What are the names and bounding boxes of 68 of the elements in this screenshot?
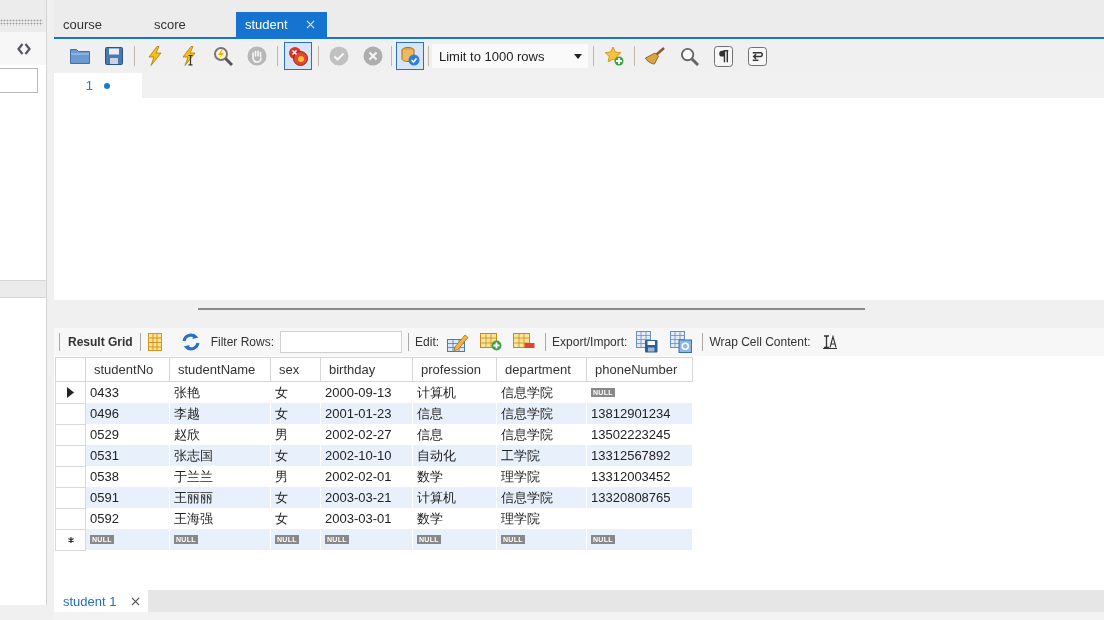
table-cell: 13312567892: [586, 445, 693, 466]
table-cell: 信息学院: [496, 487, 587, 508]
table-cell: 0591: [85, 487, 170, 508]
table-cell: 计算机: [412, 487, 497, 508]
column-header[interactable]: department: [496, 357, 587, 382]
column-header[interactable]: profession: [412, 357, 497, 382]
export-import-label: Export/Import:: [552, 335, 628, 349]
editor-tab[interactable]: course: [54, 12, 145, 37]
input-field[interactable]: [0, 68, 38, 93]
row-limit-dropdown[interactable]: Limit to 1000 rows: [432, 44, 588, 68]
table-cell: 女: [270, 445, 321, 466]
close-icon[interactable]: [130, 596, 140, 606]
asterisk-icon: [67, 536, 74, 543]
row-header-cell[interactable]: [55, 424, 86, 445]
row-header-cell[interactable]: [55, 466, 86, 487]
table-cell: 信息: [412, 403, 497, 424]
table-cell: 13812901234: [586, 403, 693, 424]
table-pencil-icon[interactable]: [447, 332, 470, 352]
result-grid-label: Result Grid: [68, 335, 133, 349]
result-tab[interactable]: student 1: [54, 590, 148, 612]
chevrons-icon[interactable]: [17, 42, 31, 55]
table-cell: 王丽丽: [169, 487, 271, 508]
row-header-cell[interactable]: [55, 445, 86, 466]
table-cell: 2001-01-23: [320, 403, 413, 424]
caret-icon[interactable]: [574, 53, 582, 59]
grip-handle: [0, 18, 43, 26]
lightning-icon[interactable]: [148, 46, 162, 66]
edit-label: Edit:: [415, 335, 440, 349]
column-header[interactable]: phoneNumber: [586, 357, 693, 382]
wrap-content-label: Wrap Cell Content:: [709, 335, 811, 349]
refresh-icon[interactable]: [180, 333, 201, 351]
text-wrap-icon[interactable]: [822, 335, 837, 349]
table-cell: 自动化: [412, 445, 497, 466]
row-pointer-icon: [67, 386, 74, 398]
filter-field[interactable]: [280, 331, 403, 353]
columns-icon[interactable]: [147, 333, 162, 351]
column-header[interactable]: studentNo: [85, 357, 170, 382]
editor-tab[interactable]: score: [145, 12, 236, 37]
table-plus-icon[interactable]: [480, 333, 503, 351]
table-minus-icon[interactable]: [513, 333, 536, 351]
table-cell: 2003-03-21: [320, 487, 413, 508]
table-cell: 李越: [169, 403, 271, 424]
filter-label: Filter Rows:: [210, 335, 275, 349]
broom-icon[interactable]: [645, 47, 665, 65]
row-header-cell[interactable]: [55, 508, 86, 529]
column-header[interactable]: sex: [270, 357, 321, 382]
table-cell: 0531: [85, 445, 170, 466]
table-cell: 信息学院: [496, 403, 587, 424]
table-cell: 女: [270, 487, 321, 508]
horizontal-scrollbar[interactable]: [198, 308, 865, 310]
row-header-cell[interactable]: [55, 403, 86, 424]
table-gear-icon[interactable]: [670, 331, 693, 353]
folder-icon[interactable]: [70, 48, 90, 64]
column-header[interactable]: studentName: [169, 357, 271, 382]
line-number: 1: [85, 78, 93, 93]
row-header-cell[interactable]: [55, 529, 86, 550]
row-header-cell[interactable]: [55, 381, 86, 403]
table-cell: 张志国: [169, 445, 271, 466]
row-header-cell[interactable]: [55, 487, 86, 508]
table-cell: 13320808765: [586, 487, 693, 508]
table-floppy-icon[interactable]: [636, 331, 659, 353]
table-cell: 2002-10-10: [320, 445, 413, 466]
editor-tab[interactable]: student: [236, 12, 327, 37]
column-header[interactable]: birthday: [320, 357, 413, 382]
table-cell: 0496: [85, 403, 170, 424]
table-cell: 女: [270, 403, 321, 424]
lightning-cursor-icon[interactable]: [182, 46, 196, 66]
table-cell: 工学院: [496, 445, 587, 466]
